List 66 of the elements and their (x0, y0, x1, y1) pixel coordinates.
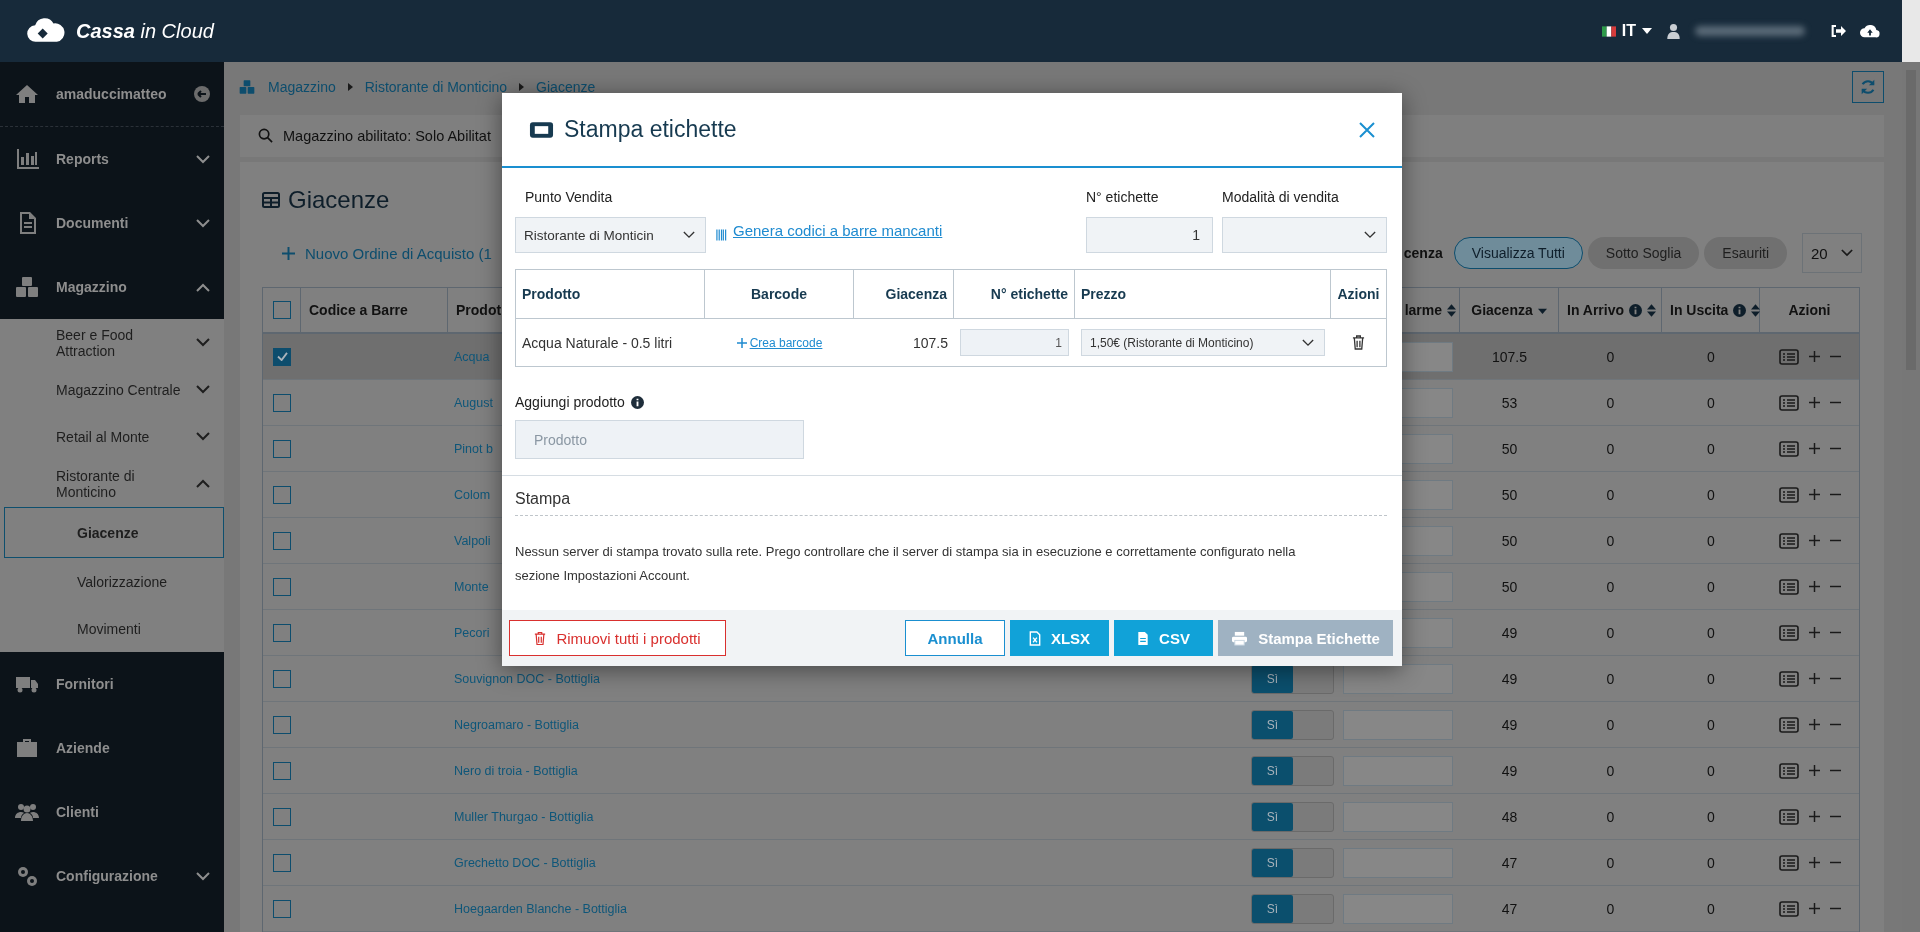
filter-label: cenza (1403, 245, 1443, 261)
table-cell: 48 (1501, 808, 1518, 825)
table-cell: 50 (1501, 578, 1518, 595)
table-cell: 0 (1707, 670, 1715, 687)
column-header: Azioni (1788, 302, 1831, 318)
table-cell: 0 (1606, 440, 1615, 457)
table-cell: 0 (1606, 624, 1615, 641)
table-cell: 0 (1606, 716, 1615, 733)
table-cell: 0 (1606, 486, 1615, 503)
brand-name: Cassa in Cloud (76, 19, 214, 43)
table-cell: 0 (1606, 854, 1615, 871)
table-cell: 0 (1606, 578, 1615, 595)
table-cell: 50 (1501, 486, 1518, 503)
table-cell: 49 (1501, 670, 1518, 687)
column-header: larme (1404, 302, 1442, 318)
table-cell: 53 (1501, 394, 1518, 411)
column-header: Giacenza (885, 286, 947, 302)
table-cell: 47 (1501, 854, 1518, 871)
table-cell: 0 (1707, 854, 1715, 871)
table-cell: 0 (1707, 808, 1715, 825)
table-cell: 50 (1501, 440, 1518, 457)
table-cell: Acqua Naturale - 0.5 litri (522, 334, 673, 351)
table-cell: 107.5 (912, 334, 948, 351)
column-header: Codice a Barre (309, 302, 408, 318)
column-header: In Arrivo (1567, 302, 1625, 318)
column-header: Giacenza (1471, 302, 1533, 318)
column-header: Prodot (456, 302, 502, 318)
search-filter-text: Magazzino abilitato: Solo Abilitat (283, 127, 491, 144)
column-header: In Uscita (1670, 302, 1729, 318)
table-cell: 47 (1501, 900, 1518, 917)
user-name: amaduccimatteo (56, 86, 168, 102)
column-header: Barcode (751, 286, 807, 302)
table-cell: 0 (1707, 716, 1715, 733)
table-cell: 0 (1606, 762, 1615, 779)
table-cell: 0 (1606, 670, 1615, 687)
column-header: Azioni (1337, 286, 1380, 302)
field-label: Aggiungi prodotto (515, 393, 625, 411)
table-cell: 107.5 (1491, 348, 1527, 365)
page-title: Giacenze (288, 186, 390, 214)
table-cell: 0 (1606, 532, 1615, 549)
table-cell: 0 (1707, 532, 1715, 549)
column-header: Prezzo (1081, 286, 1127, 302)
field-label: Punto Vendita (524, 188, 614, 206)
table-cell: 49 (1501, 716, 1518, 733)
section-title: Stampa (515, 490, 1387, 516)
table-cell: 0 (1707, 578, 1715, 595)
table-cell: 0 (1606, 900, 1615, 917)
table-cell: 0 (1606, 808, 1615, 825)
field-label: Modalità di vendita (1222, 188, 1340, 206)
table-cell: 49 (1501, 624, 1518, 641)
column-header: N° etichette (990, 286, 1068, 302)
column-header: Prodotto (522, 286, 581, 302)
table-cell: 0 (1606, 348, 1615, 365)
table-cell: 50 (1501, 532, 1518, 549)
table-cell: 49 (1501, 762, 1518, 779)
field-label: N° etichette (1086, 188, 1160, 206)
table-cell: 0 (1707, 394, 1715, 411)
table-cell: 0 (1707, 762, 1715, 779)
table-cell: 0 (1707, 486, 1715, 503)
print-message: Nessun server di stampa trovato sulla rete. Prego controllare che il server di stampa sia in esecuzione e correttamente configurato nella sezione Impostazioni Account. (515, 543, 1297, 585)
table-cell: 0 (1707, 440, 1715, 457)
table-cell: 0 (1707, 624, 1715, 641)
dialog-title: Stampa etichette (564, 116, 738, 143)
table-cell: 0 (1707, 348, 1715, 365)
table-cell: 0 (1606, 394, 1615, 411)
table-cell: 0 (1707, 900, 1715, 917)
